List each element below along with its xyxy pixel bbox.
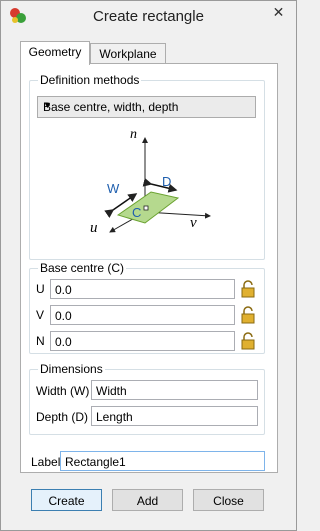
title-bar: Create rectangle ✕ <box>1 1 296 32</box>
u-input[interactable]: 0.0 <box>50 279 235 299</box>
v-value: 0.0 <box>55 309 72 323</box>
depth-input[interactable]: Length <box>91 406 258 426</box>
depth-value: Length <box>96 410 133 424</box>
u-value: 0.0 <box>55 283 72 297</box>
lock-open-icon[interactable] <box>239 306 257 324</box>
dimensions-label: Dimensions <box>38 362 105 376</box>
n-value: 0.0 <box>55 335 72 349</box>
base-centre-label: Base centre (C) <box>38 261 127 275</box>
label-value: Rectangle1 <box>65 455 126 469</box>
definition-method-select[interactable]: Base centre, width, depth ▼ <box>37 96 256 118</box>
window-title: Create rectangle <box>93 8 204 25</box>
lock-open-icon[interactable] <box>239 332 257 350</box>
width-value: Width <box>96 384 127 398</box>
axis-u-label: u <box>90 220 98 236</box>
v-label: V <box>36 308 45 322</box>
centre-point-marker <box>143 205 149 211</box>
n-label: N <box>36 334 45 348</box>
chevron-down-icon: ▼ <box>43 100 52 110</box>
centre-label: C <box>132 205 141 220</box>
depth-field-label: Depth (D) <box>36 410 89 424</box>
v-input[interactable]: 0.0 <box>50 305 235 325</box>
axis-v-label: v <box>190 215 197 231</box>
depth-label: D <box>162 174 171 189</box>
u-label: U <box>36 282 45 296</box>
lock-open-icon[interactable] <box>239 280 257 298</box>
label-field-label: Label <box>31 455 61 469</box>
tab-geometry[interactable]: Geometry <box>20 41 90 65</box>
label-input[interactable]: Rectangle1 <box>60 451 265 471</box>
close-button[interactable]: Close <box>193 489 264 511</box>
width-label: W <box>107 181 120 196</box>
rectangle-diagram: n u v W D C <box>90 127 211 236</box>
width-field-label: Width (W) <box>36 384 90 398</box>
close-window-icon[interactable]: ✕ <box>262 2 295 22</box>
tab-workplane[interactable]: Workplane <box>90 43 166 64</box>
axis-n-label: n <box>130 127 137 142</box>
create-button[interactable]: Create <box>31 489 102 511</box>
n-input[interactable]: 0.0 <box>50 331 235 351</box>
definition-methods-label: Definition methods <box>38 73 142 87</box>
width-input[interactable]: Width <box>91 380 258 400</box>
add-button[interactable]: Add <box>112 489 183 511</box>
